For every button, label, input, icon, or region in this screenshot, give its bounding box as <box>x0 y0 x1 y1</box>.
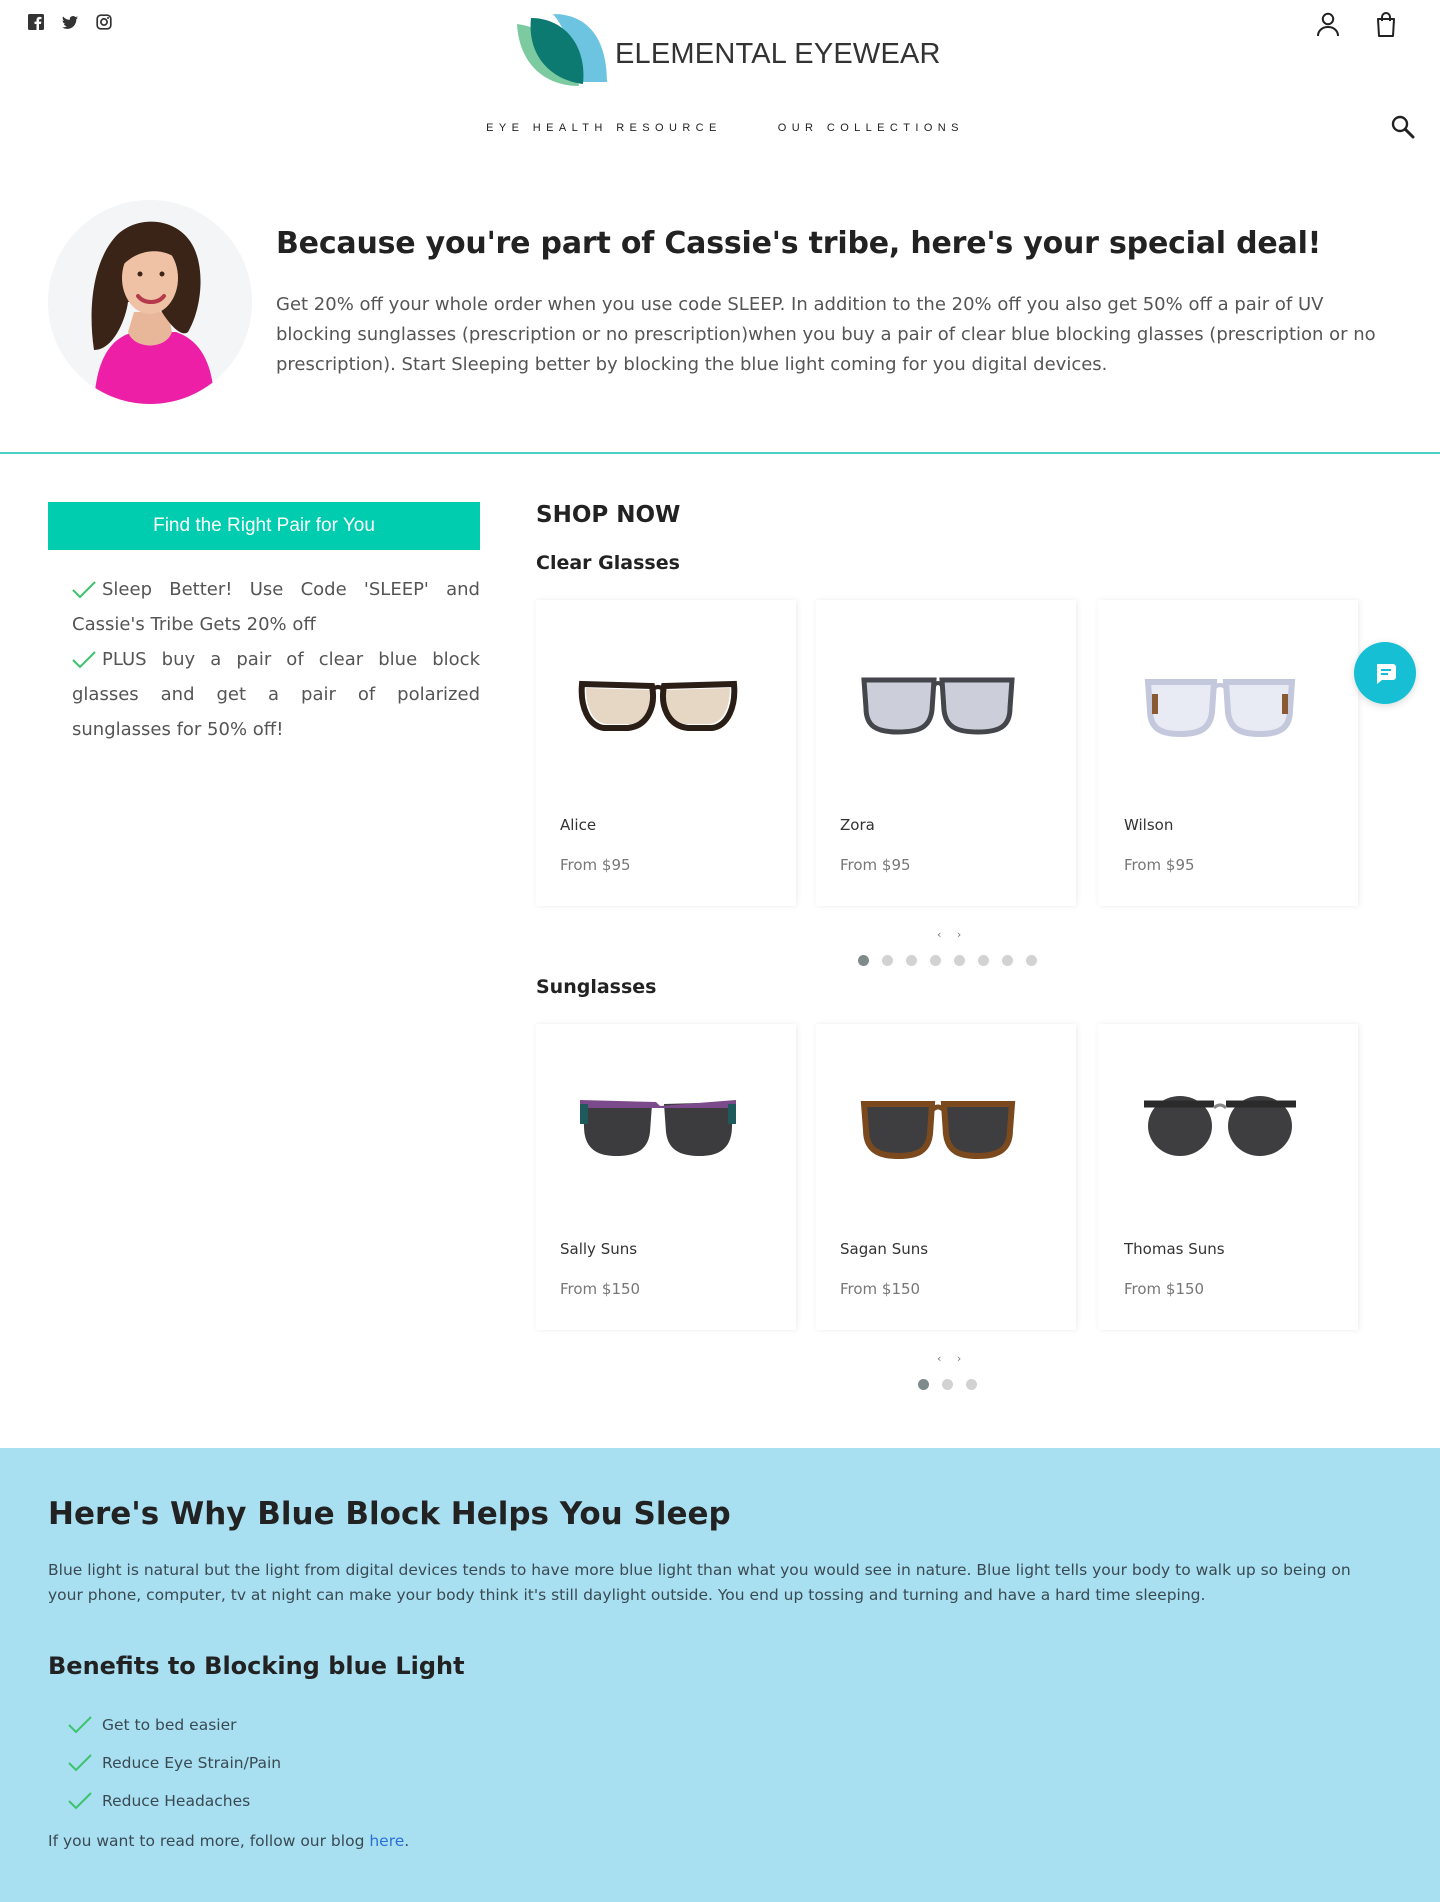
product-price: From $95 <box>840 856 911 874</box>
carousel-dot[interactable] <box>906 955 917 966</box>
promo-text: PLUS buy a pair of clear blue block glas… <box>72 649 480 740</box>
search-icon[interactable] <box>1390 114 1416 140</box>
carousel-dots <box>918 1379 977 1390</box>
promo-item: Sleep Better! Use Code 'SLEEP' and Cassi… <box>72 572 480 642</box>
blog-link[interactable]: here <box>369 1832 404 1850</box>
avatar <box>48 200 252 404</box>
chat-icon <box>1377 664 1396 684</box>
shopping-bag-icon[interactable] <box>1372 10 1400 38</box>
checkmark-icon <box>72 581 96 599</box>
checkmark-icon <box>72 651 96 669</box>
carousel-dot[interactable] <box>858 955 869 966</box>
header-actions <box>1314 10 1400 38</box>
carousel-dot[interactable] <box>966 1379 977 1390</box>
benefit-item: Reduce Eye Strain/Pain <box>68 1744 281 1782</box>
carousel-dot[interactable] <box>930 955 941 966</box>
section-divider <box>0 452 1440 454</box>
carousel-dot[interactable] <box>882 955 893 966</box>
instagram-icon[interactable] <box>96 14 112 30</box>
checkmark-icon <box>68 1792 92 1810</box>
main-nav: EYE HEALTH RESOURCE OUR COLLECTIONS <box>0 122 1440 134</box>
carousel-dot[interactable] <box>978 955 989 966</box>
brand-logo[interactable]: ELEMENTAL EYEWEAR <box>513 10 941 92</box>
product-card-alice[interactable]: Alice From $95 <box>536 600 796 906</box>
product-price: From $95 <box>560 856 631 874</box>
carousel-arrows[interactable]: ‹ › <box>937 1352 967 1365</box>
product-name[interactable]: Wilson <box>1124 816 1173 834</box>
carousel-arrows[interactable]: ‹ › <box>937 928 967 941</box>
product-image-sagan-suns <box>860 1101 1016 1160</box>
product-image-wilson <box>1144 679 1296 738</box>
product-name[interactable]: Zora <box>840 816 875 834</box>
benefit-text: Get to bed easier <box>102 1716 237 1734</box>
product-name[interactable]: Sagan Suns <box>840 1240 928 1258</box>
product-name[interactable]: Alice <box>560 816 596 834</box>
clear-glasses-heading: Clear Glasses <box>536 552 680 574</box>
blog-note: If you want to read more, follow our blo… <box>48 1832 409 1850</box>
benefit-item: Get to bed easier <box>68 1706 281 1744</box>
benefits-title: Benefits to Blocking blue Light <box>48 1652 465 1680</box>
promo-item: PLUS buy a pair of clear blue block glas… <box>72 642 480 747</box>
hero-description: Get 20% off your whole order when you us… <box>276 294 1376 375</box>
carousel-dot[interactable] <box>1026 955 1037 966</box>
blog-prefix: If you want to read more, follow our blo… <box>48 1832 370 1850</box>
product-price: From $150 <box>560 1280 641 1298</box>
hero-title: Because you're part of Cassie's tribe, h… <box>276 226 1322 261</box>
promo-text: Sleep Better! Use Code 'SLEEP' and Cassi… <box>72 579 480 635</box>
product-card-thomas-suns[interactable]: Thomas Suns From $150 <box>1098 1024 1358 1330</box>
checkmark-icon <box>68 1754 92 1772</box>
product-image-thomas-suns <box>1144 1096 1296 1156</box>
info-body: Blue light is natural but the light from… <box>48 1561 1351 1604</box>
carousel-dot[interactable] <box>918 1379 929 1390</box>
product-price: From $150 <box>1124 1280 1205 1298</box>
promo-list: Sleep Better! Use Code 'SLEEP' and Cassi… <box>72 572 480 747</box>
product-image-sally-suns <box>580 1100 736 1156</box>
carousel-dots <box>858 955 1037 966</box>
carousel-dot[interactable] <box>942 1379 953 1390</box>
nav-item-our-collections[interactable]: OUR COLLECTIONS <box>778 122 964 134</box>
carousel-dot[interactable] <box>954 955 965 966</box>
benefits-list: Get to bed easier Reduce Eye Strain/Pain… <box>68 1706 281 1820</box>
product-card-sally-suns[interactable]: Sally Suns From $150 <box>536 1024 796 1330</box>
twitter-icon[interactable] <box>62 14 78 30</box>
social-links <box>28 14 112 30</box>
product-price: From $95 <box>1124 856 1195 874</box>
account-icon[interactable] <box>1314 10 1342 38</box>
checkmark-icon <box>68 1716 92 1734</box>
chat-button[interactable] <box>1354 642 1416 704</box>
find-pair-button[interactable]: Find the Right Pair for You <box>48 502 480 550</box>
info-title: Here's Why Blue Block Helps You Sleep <box>48 1496 731 1532</box>
shop-now-heading: SHOP NOW <box>536 502 681 528</box>
product-card-sagan-suns[interactable]: Sagan Suns From $150 <box>816 1024 1076 1330</box>
product-name[interactable]: Thomas Suns <box>1124 1240 1225 1258</box>
product-card-zora[interactable]: Zora From $95 <box>816 600 1076 906</box>
product-image-alice <box>578 680 738 731</box>
leaf-logo-icon <box>517 14 607 86</box>
benefit-item: Reduce Headaches <box>68 1782 281 1820</box>
product-name[interactable]: Sally Suns <box>560 1240 637 1258</box>
benefit-text: Reduce Eye Strain/Pain <box>102 1754 282 1772</box>
brand-name: ELEMENTAL EYEWEAR <box>615 37 941 70</box>
product-image-zora <box>861 677 1015 735</box>
benefit-text: Reduce Headaches <box>102 1792 251 1810</box>
blog-suffix: . <box>404 1832 410 1850</box>
nav-item-eye-health-resource[interactable]: EYE HEALTH RESOURCE <box>486 122 722 134</box>
carousel-dot[interactable] <box>1002 955 1013 966</box>
product-price: From $150 <box>840 1280 921 1298</box>
product-card-wilson[interactable]: Wilson From $95 <box>1098 600 1358 906</box>
sunglasses-heading: Sunglasses <box>536 976 657 998</box>
facebook-icon[interactable] <box>28 14 44 30</box>
